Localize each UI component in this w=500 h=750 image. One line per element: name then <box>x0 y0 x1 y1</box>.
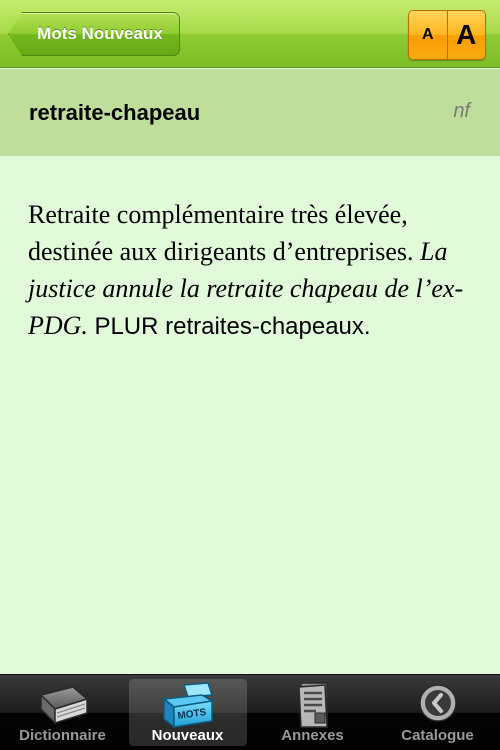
document-icon <box>297 682 328 728</box>
tab-label: Nouveaux <box>151 727 224 744</box>
plural-form: PLUR retraites-chapeaux. <box>94 313 371 340</box>
tab-label: Annexes <box>281 727 344 744</box>
tab-bar: Dictionnaire MOTS Nouveaux Annexes Catal… <box>0 674 500 750</box>
tab-label: Catalogue <box>401 727 474 744</box>
entry-header: retraite-chapeau nf <box>0 69 500 156</box>
new-words-box-icon: MOTS <box>161 682 214 729</box>
tab-label: Dictionnaire <box>19 727 106 744</box>
back-button-label: Mots Nouveaux <box>37 24 163 43</box>
part-of-speech: nf <box>453 100 470 122</box>
definition: Retraite complémentaire très élevée, des… <box>28 200 414 266</box>
tab-catalogue[interactable]: Catalogue <box>379 679 497 746</box>
navigation-bar: Mots Nouveaux A A <box>0 0 500 68</box>
headword: retraite-chapeau <box>29 100 201 125</box>
definition-text: Retraite complémentaire très élevée, des… <box>28 196 478 345</box>
clock-icon <box>418 684 457 722</box>
tab-nouveaux[interactable]: MOTS Nouveaux <box>128 679 247 746</box>
tab-annexes[interactable]: Annexes <box>254 679 372 746</box>
font-size-control: A A <box>408 10 486 60</box>
book-icon <box>39 686 89 725</box>
tab-dictionnaire[interactable]: Dictionnaire <box>4 679 122 746</box>
back-button[interactable]: Mots Nouveaux <box>8 12 180 56</box>
increase-font-button[interactable]: A <box>447 11 485 59</box>
decrease-font-button[interactable]: A <box>409 11 448 59</box>
